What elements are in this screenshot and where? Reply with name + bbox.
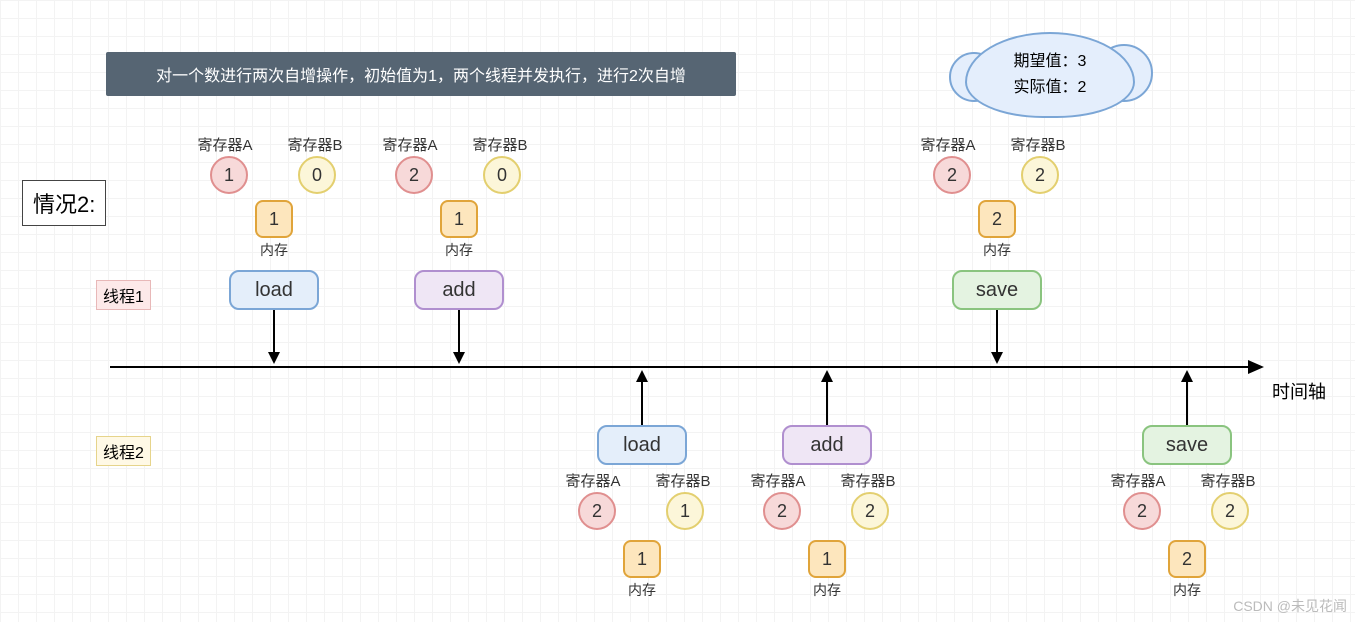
connector (641, 380, 643, 425)
mem-label: 内存 (250, 240, 298, 260)
op-add-box: add (414, 270, 504, 310)
mem-value: 1 (440, 200, 478, 238)
time-axis (110, 366, 1250, 368)
arrow-up-icon (636, 370, 648, 382)
mem-value: 1 (255, 200, 293, 238)
op-save-box: save (952, 270, 1042, 310)
description-box: 对一个数进行两次自增操作，初始值为1，两个线程并发执行，进行2次自增 (106, 52, 736, 96)
actual-label: 实际值： (1014, 79, 1078, 96)
reg-a-label: 寄存器A (375, 134, 445, 155)
expected-value: 3 (1078, 53, 1087, 70)
op-load-box: load (597, 425, 687, 465)
reg-b-label: 寄存器B (1193, 470, 1263, 491)
reg-a-label: 寄存器A (1103, 470, 1173, 491)
mem-label: 内存 (803, 580, 851, 600)
reg-a-value: 2 (933, 156, 971, 194)
connector (458, 310, 460, 355)
op-save-box: save (1142, 425, 1232, 465)
axis-arrow-icon (1248, 360, 1264, 374)
reg-a-label: 寄存器A (743, 470, 813, 491)
reg-b-value: 2 (851, 492, 889, 530)
mem-label: 内存 (435, 240, 483, 260)
connector (826, 380, 828, 425)
reg-a-label: 寄存器A (913, 134, 983, 155)
reg-a-value: 2 (578, 492, 616, 530)
reg-b-label: 寄存器B (648, 470, 718, 491)
mem-label: 内存 (618, 580, 666, 600)
arrow-up-icon (1181, 370, 1193, 382)
reg-a-value: 1 (210, 156, 248, 194)
arrow-down-icon (991, 352, 1003, 364)
reg-a-value: 2 (395, 156, 433, 194)
connector (273, 310, 275, 355)
op-load-box: load (229, 270, 319, 310)
connector (1186, 380, 1188, 425)
reg-a-label: 寄存器A (558, 470, 628, 491)
reg-b-label: 寄存器B (280, 134, 350, 155)
expected-label: 期望值： (1014, 53, 1078, 70)
mem-value: 2 (978, 200, 1016, 238)
reg-b-value: 0 (483, 156, 521, 194)
reg-a-label: 寄存器A (190, 134, 260, 155)
mem-label: 内存 (1163, 580, 1211, 600)
thread1-label: 线程1 (96, 280, 151, 310)
watermark: CSDN @未见花闻 (1233, 596, 1347, 616)
arrow-down-icon (453, 352, 465, 364)
arrow-down-icon (268, 352, 280, 364)
mem-value: 1 (623, 540, 661, 578)
op-add-box: add (782, 425, 872, 465)
thread2-label: 线程2 (96, 436, 151, 466)
reg-b-value: 2 (1021, 156, 1059, 194)
mem-value: 1 (808, 540, 846, 578)
case-label: 情况2: (22, 180, 106, 226)
arrow-up-icon (821, 370, 833, 382)
reg-a-value: 2 (1123, 492, 1161, 530)
reg-b-value: 0 (298, 156, 336, 194)
connector (996, 310, 998, 355)
reg-b-value: 2 (1211, 492, 1249, 530)
reg-b-label: 寄存器B (1003, 134, 1073, 155)
reg-b-label: 寄存器B (465, 134, 535, 155)
mem-value: 2 (1168, 540, 1206, 578)
reg-b-value: 1 (666, 492, 704, 530)
result-cloud: 期望值：3 实际值：2 (965, 32, 1135, 118)
axis-label: 时间轴 (1272, 378, 1326, 404)
reg-a-value: 2 (763, 492, 801, 530)
reg-b-label: 寄存器B (833, 470, 903, 491)
mem-label: 内存 (973, 240, 1021, 260)
actual-value: 2 (1078, 79, 1087, 96)
